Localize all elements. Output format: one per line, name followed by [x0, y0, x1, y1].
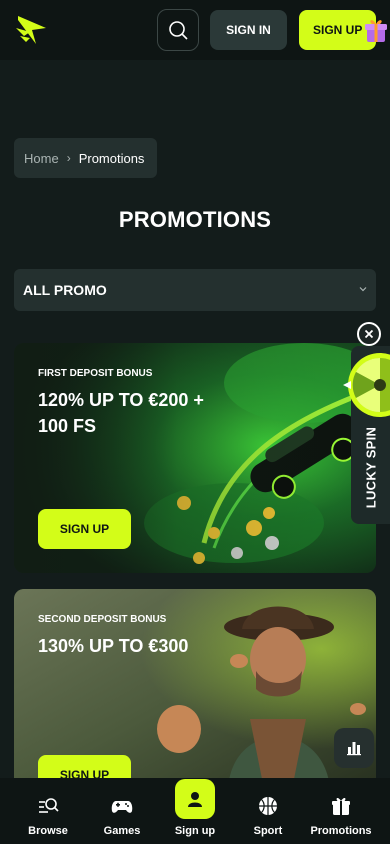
page-title: PROMOTIONS [118, 207, 272, 232]
promo-card-first-deposit[interactable]: FIRST DEPOSIT BONUS 120% UP TO €200 + 10… [14, 343, 376, 573]
lucky-spin-close-button[interactable] [357, 322, 381, 346]
promo-filter-value: ALL PROMO [23, 282, 107, 298]
nav-item-sport[interactable]: Sport [233, 778, 303, 844]
nav-label-browse: Browse [28, 825, 68, 837]
breadcrumb-separator: › [66, 151, 71, 165]
browse-search-icon [39, 798, 59, 813]
nav-label-games: Games [103, 825, 141, 837]
nav-label-sign-up: Sign up [174, 825, 216, 837]
stats-button[interactable] [334, 728, 374, 768]
promo-title-line2: 100 FS [38, 416, 97, 436]
basketball-icon [259, 797, 277, 815]
promo-title-line1: 120% UP TO €200 + [38, 390, 204, 410]
search-icon [169, 21, 188, 40]
gift-icon [332, 797, 350, 815]
promo-filter-select[interactable]: ALL PROMO [14, 269, 376, 311]
nav-label-sport: Sport [253, 825, 283, 837]
nav-item-promotions[interactable]: Promotions [306, 778, 376, 844]
sign-up-nav-button[interactable] [175, 779, 215, 819]
promo-subtitle: FIRST DEPOSIT BONUS [38, 368, 153, 379]
gamepad-icon [111, 801, 133, 813]
promo-title-line1: 130% UP TO €300 [38, 636, 189, 656]
nav-item-games[interactable]: Games [87, 778, 157, 844]
bar-chart-icon [347, 742, 361, 756]
nav-item-sign-up[interactable]: Sign up [160, 778, 230, 844]
top-header: SIGN IN SIGN UP [0, 0, 390, 60]
prize-wheel-icon[interactable] [340, 350, 390, 420]
promo-card-second-deposit[interactable]: SECOND DEPOSIT BONUS 130% UP TO €300 SIG… [14, 589, 376, 789]
user-icon [188, 792, 202, 807]
promo-sign-up-button[interactable]: SIGN UP [38, 509, 131, 549]
bottom-navigation: Browse Games Sign up Sport Promotions [0, 778, 390, 844]
breadcrumb-current: Promotions [78, 150, 145, 166]
sign-in-button[interactable]: SIGN IN [210, 10, 287, 50]
breadcrumb: Home › Promotions [14, 138, 157, 178]
close-icon [364, 329, 374, 339]
breadcrumb-home-link[interactable]: Home [24, 151, 59, 166]
lucky-spin-tab[interactable]: LUCKY SPIN [351, 420, 390, 520]
lightning-wing-logo-icon[interactable] [16, 14, 50, 46]
chevron-down-icon [359, 287, 367, 292]
gift-box-icon [365, 20, 387, 42]
promo-subtitle: SECOND DEPOSIT BONUS [38, 614, 167, 625]
nav-item-browse[interactable]: Browse [13, 778, 83, 844]
search-button[interactable] [157, 9, 199, 51]
nav-label-promotions: Promotions [310, 825, 372, 837]
lucky-spin-label: LUCKY SPIN [363, 426, 379, 509]
